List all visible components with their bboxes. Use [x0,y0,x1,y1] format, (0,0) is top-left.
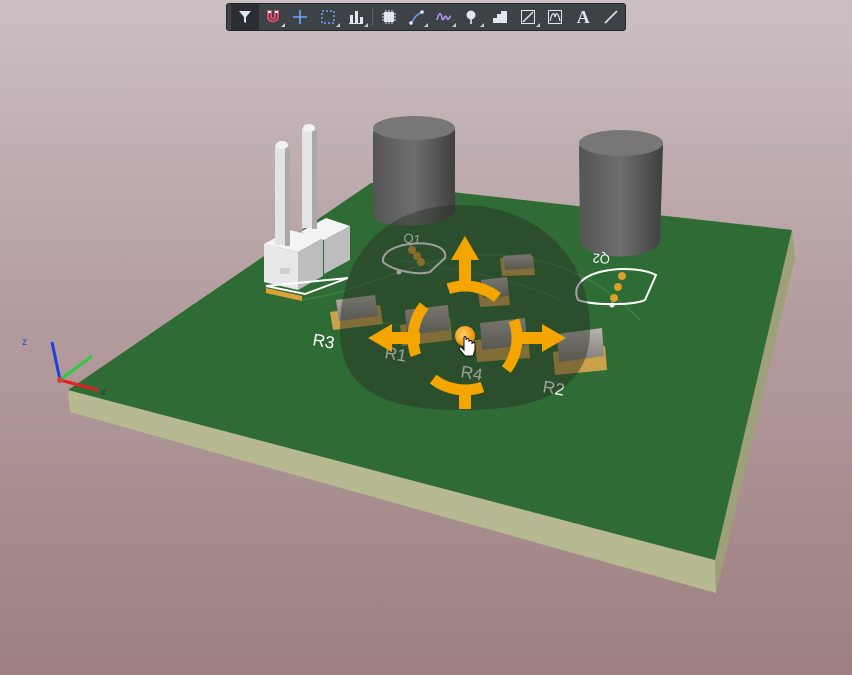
stack-icon [492,11,507,23]
select-area-button[interactable] [314,4,342,30]
component-button[interactable] [375,4,403,30]
viewport-3d[interactable]: Q1 Q2 R3 R1 R4 R2 [0,0,852,675]
snap-button[interactable] [259,4,287,30]
align-button[interactable] [342,4,370,30]
line-icon [604,10,618,24]
tune-button[interactable] [430,4,458,30]
chip-icon [381,10,396,24]
route-icon [408,10,424,25]
text-button[interactable]: A [569,4,597,30]
magnet-icon [266,10,279,23]
axis-triad: z x [22,337,106,398]
q2-label: Q2 [592,251,611,267]
filter-button[interactable] [231,4,259,30]
graph-button[interactable] [514,4,542,30]
view-toolbar: A [226,3,626,31]
svg-text:z: z [22,337,27,348]
wave-icon [436,13,452,21]
bar-chart-icon [349,11,364,24]
plus-icon [293,10,308,24]
z-axis [50,341,62,381]
graph-icon [520,10,535,24]
svg-text:x: x [101,387,106,398]
y-axis [59,354,93,382]
toolbar-separator [371,8,373,26]
layer-button[interactable] [486,4,514,30]
route-button[interactable] [403,4,431,30]
crosshair-button[interactable] [287,4,315,30]
probe-button[interactable] [458,4,486,30]
filter-icon [238,11,251,23]
gizmo-arrow-down[interactable] [459,385,471,409]
pin-icon [466,10,476,24]
measure-button[interactable] [542,4,570,30]
dashed-rect-icon [321,10,335,24]
r3-label: R3 [311,330,336,352]
text-icon: A [576,6,590,27]
line-button[interactable] [597,4,625,30]
curve-box-icon [548,10,563,24]
